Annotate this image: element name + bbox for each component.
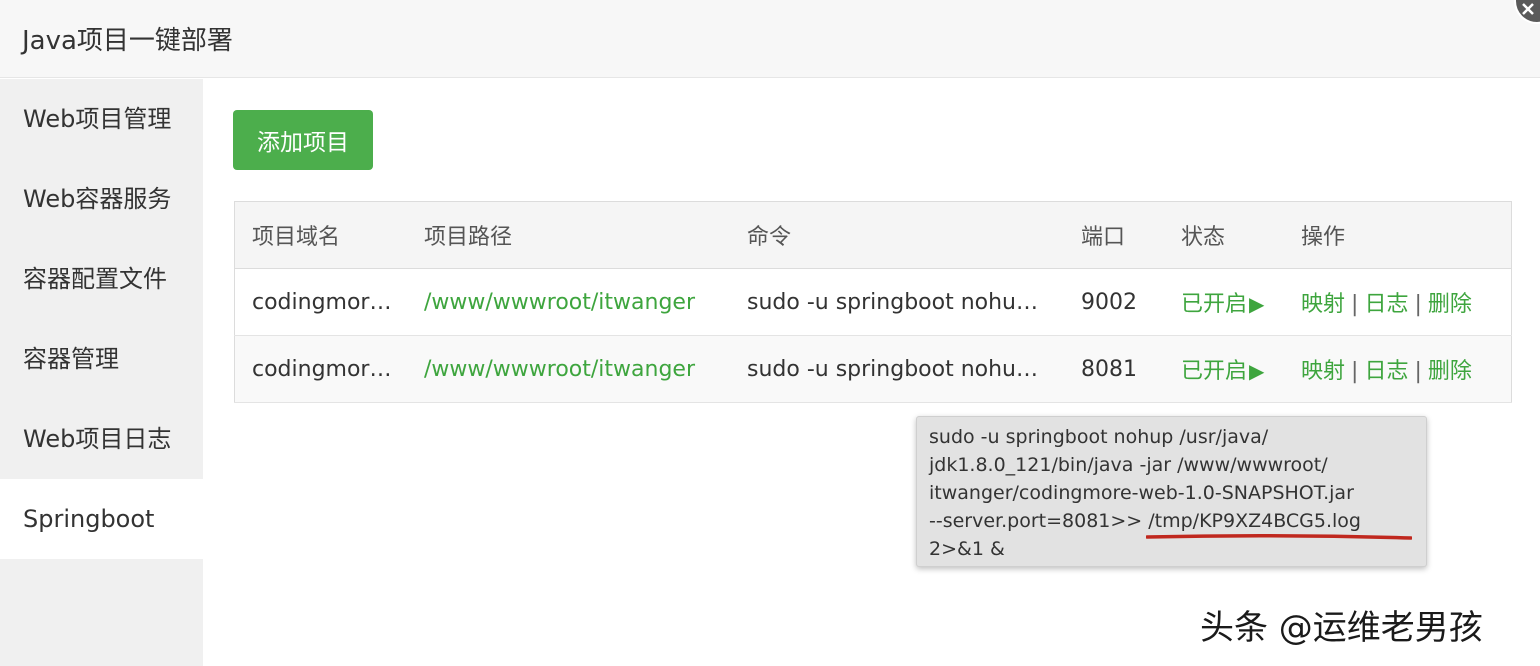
table-header-row: 项目域名 项目路径 命令 端口 状态 操作 [234, 201, 1512, 269]
title-bar: Java项目一键部署 [0, 0, 1540, 78]
add-project-button[interactable]: 添加项目 [233, 110, 373, 170]
project-domain: codingmor… [252, 356, 392, 382]
sidebar-item-springboot[interactable]: Springboot [0, 479, 203, 559]
close-button[interactable] [1514, 0, 1540, 24]
dialog-title: Java项目一键部署 [22, 26, 233, 56]
project-port: 9002 [1081, 289, 1137, 315]
separator: | [1414, 359, 1422, 384]
project-command[interactable]: sudo -u springboot nohup… [747, 290, 1045, 315]
sidebar-item-container-config[interactable]: 容器配置文件 [0, 239, 203, 319]
watermark: 头条 @运维老男孩 [1200, 608, 1483, 648]
tooltip-line: --server.port=8081>> /tmp/KP9XZ4BCG5.log [929, 510, 1361, 532]
sidebar-item-container-management[interactable]: 容器管理 [0, 319, 203, 399]
projects-table: 项目域名 项目路径 命令 端口 状态 操作 codingmor… /www/ww… [234, 201, 1512, 403]
close-icon [1522, 3, 1534, 15]
sidebar-item-web-container-service[interactable]: Web容器服务 [0, 159, 203, 239]
delete-link[interactable]: 删除 [1428, 359, 1472, 384]
separator: | [1351, 292, 1359, 317]
project-domain: codingmor… [252, 289, 392, 315]
separator: | [1351, 359, 1359, 384]
project-command[interactable]: sudo -u springboot nohup… [747, 357, 1045, 382]
column-header-port: 端口 [1081, 225, 1126, 250]
play-triangle-icon[interactable]: ▶ [1249, 292, 1264, 316]
tooltip-line: sudo -u springboot nohup /usr/java/ [929, 426, 1269, 448]
tooltip-line: itwanger/codingmore-web-1.0-SNAPSHOT.jar [929, 482, 1354, 504]
column-header-actions: 操作 [1301, 225, 1346, 250]
separator: | [1414, 292, 1422, 317]
table-row: codingmor… /www/wwwroot/itwanger sudo -u… [234, 269, 1512, 336]
status-badge[interactable]: 已开启 [1181, 292, 1247, 317]
command-tooltip: sudo -u springboot nohup /usr/java/ jdk1… [916, 416, 1427, 567]
column-header-command: 命令 [747, 225, 792, 250]
dialog-window: Java项目一键部署 Web项目管理 Web容器服务 容器配置文件 容器管理 W… [0, 0, 1540, 666]
column-header-domain: 项目域名 [252, 225, 341, 250]
tooltip-line: jdk1.8.0_121/bin/java -jar /www/wwwroot/ [929, 454, 1328, 476]
column-header-path: 项目路径 [424, 225, 513, 250]
log-link[interactable]: 日志 [1364, 359, 1408, 384]
column-header-status: 状态 [1181, 225, 1226, 250]
map-link[interactable]: 映射 [1301, 359, 1345, 384]
map-link[interactable]: 映射 [1301, 292, 1345, 317]
delete-link[interactable]: 删除 [1428, 292, 1472, 317]
sidebar-item-web-project-management[interactable]: Web项目管理 [0, 79, 203, 159]
project-path-link[interactable]: /www/wwwroot/itwanger [424, 290, 695, 315]
sidebar: Web项目管理 Web容器服务 容器配置文件 容器管理 Web项目日志 Spri… [0, 79, 203, 666]
project-port: 8081 [1081, 356, 1137, 382]
table-row: codingmor… /www/wwwroot/itwanger sudo -u… [234, 335, 1512, 403]
play-triangle-icon[interactable]: ▶ [1249, 359, 1264, 383]
main-panel: 添加项目 项目域名 项目路径 命令 端口 状态 操作 codingmor… /w… [203, 79, 1540, 666]
red-underline-annotation [1146, 533, 1412, 540]
status-badge[interactable]: 已开启 [1181, 359, 1247, 384]
project-path-link[interactable]: /www/wwwroot/itwanger [424, 357, 695, 382]
sidebar-item-web-project-log[interactable]: Web项目日志 [0, 399, 203, 479]
log-link[interactable]: 日志 [1364, 292, 1408, 317]
